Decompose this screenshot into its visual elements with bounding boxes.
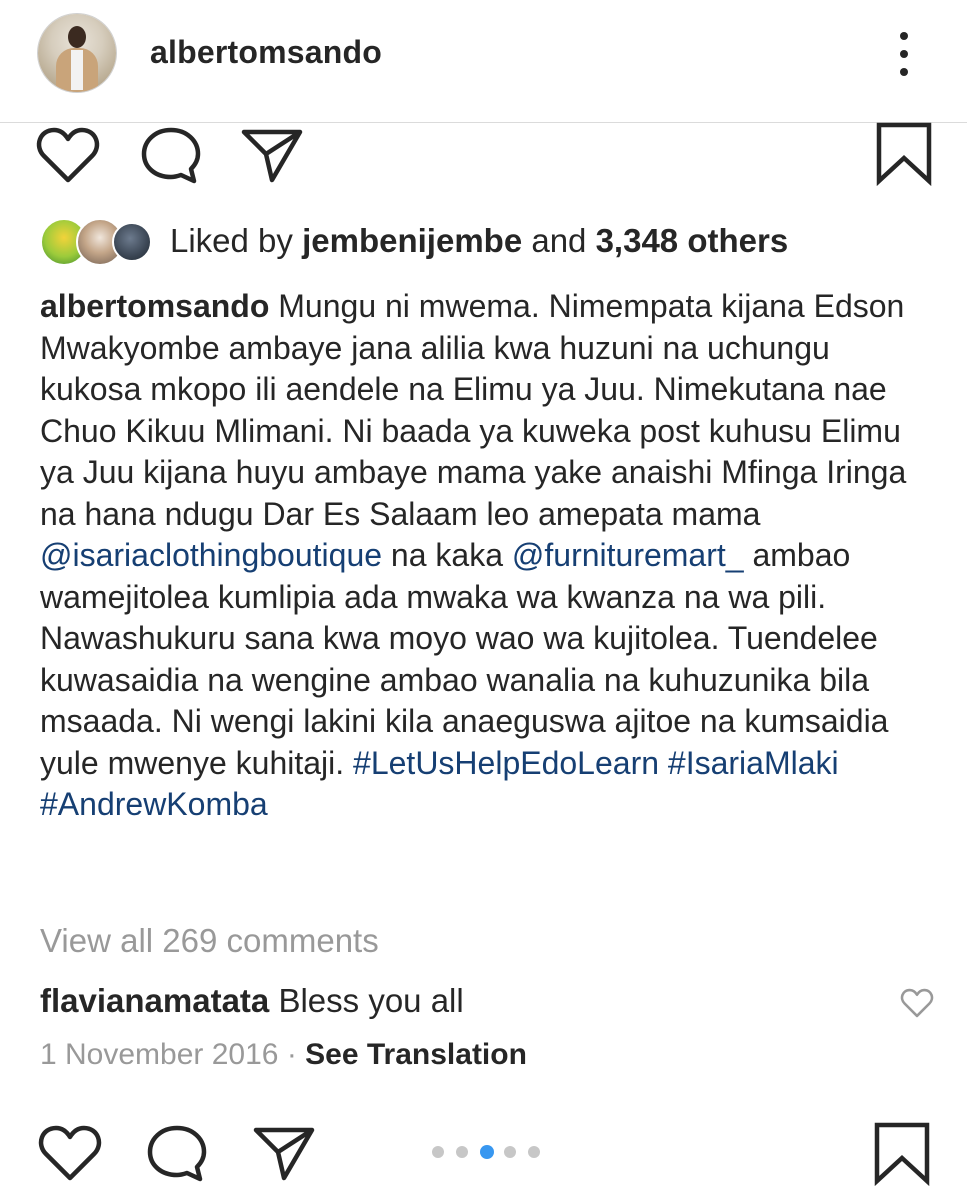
comment-user[interactable]: flavianamatata [40, 982, 269, 1019]
comment-heart-icon[interactable] [900, 988, 934, 1018]
likes-joiner: and [531, 222, 587, 259]
caption-author[interactable]: albertomsando [40, 288, 269, 324]
comment-bubble-icon[interactable] [146, 1124, 208, 1182]
caption-text: na kaka [382, 537, 512, 573]
carousel-dot [456, 1146, 468, 1158]
carousel-dot [480, 1145, 494, 1159]
view-all-comments-link[interactable]: View all 269 comments [40, 922, 379, 960]
mention-link[interactable]: @isariaclothingboutique [40, 537, 382, 573]
bookmark-icon[interactable] [874, 122, 934, 186]
see-translation-link[interactable]: See Translation [305, 1038, 527, 1071]
first-liker[interactable]: jembenijembe [302, 222, 522, 259]
paper-plane-icon[interactable] [252, 1124, 316, 1182]
heart-icon[interactable] [36, 126, 100, 184]
caption-text: Mungu ni mwema. Nimempata kijana Edson M… [40, 288, 907, 532]
carousel-dot [528, 1146, 540, 1158]
mention-link[interactable]: @furnituremart_ [512, 537, 744, 573]
carousel-dot [432, 1146, 444, 1158]
carousel-indicator [432, 1145, 552, 1160]
liker-avatar [112, 222, 152, 262]
likes-others[interactable]: 3,348 others [596, 222, 789, 259]
post-header [0, 0, 967, 123]
hashtag-link[interactable]: #AndrewKomba [40, 786, 268, 822]
bookmark-icon[interactable] [872, 1122, 932, 1186]
username[interactable]: albertomsando [150, 34, 382, 71]
post-date: 1 November 2016 [40, 1038, 279, 1071]
more-options-icon[interactable] [892, 30, 916, 78]
liker-avatars[interactable] [40, 218, 160, 266]
comment: flavianamatata Bless you all [40, 982, 464, 1020]
caption-text [659, 745, 668, 781]
meta-separator: · [286, 1038, 297, 1071]
paper-plane-icon[interactable] [240, 126, 304, 184]
profile-avatar[interactable] [38, 14, 116, 92]
hashtag-link[interactable]: #IsariaMlaki [668, 745, 839, 781]
likes-summary[interactable]: Liked by jembenijembe and 3,348 others [170, 222, 788, 260]
comment-text: Bless you all [269, 982, 464, 1019]
likes-prefix: Liked by [170, 222, 293, 259]
hashtag-link[interactable]: #LetUsHelpEdoLearn [353, 745, 659, 781]
comment-bubble-icon[interactable] [140, 126, 202, 184]
post-caption: albertomsando Mungu ni mwema. Nimempata … [40, 286, 940, 826]
carousel-dot [504, 1146, 516, 1158]
heart-icon[interactable] [38, 1124, 102, 1182]
post-meta: 1 November 2016 · See Translation [40, 1038, 527, 1072]
